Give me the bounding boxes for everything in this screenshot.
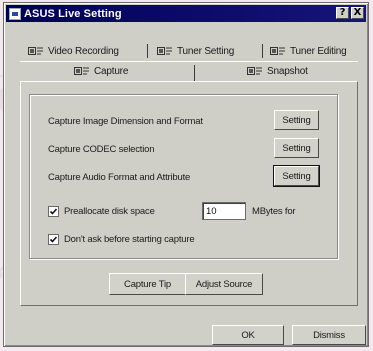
dont-ask-label: Don't ask before starting capture — [64, 234, 195, 245]
tv-tuner-icon — [28, 46, 44, 56]
capture-tip-button[interactable]: Capture Tip — [109, 273, 186, 295]
tab-separator — [262, 44, 263, 58]
checkmark-icon — [49, 236, 58, 243]
preallocate-checkbox[interactable] — [48, 206, 59, 217]
tv-tuner-icon — [157, 46, 173, 56]
close-button[interactable]: X — [351, 7, 364, 19]
capture-audio-setting-button[interactable]: Setting — [273, 165, 320, 187]
tab-video-recording[interactable]: Video Recording — [28, 42, 119, 60]
capture-audio-label: Capture Audio Format and Attribute — [48, 172, 191, 183]
capture-codec-label: Capture CODEC selection — [48, 144, 155, 155]
app-icon — [9, 7, 21, 20]
capture-dimension-setting-button[interactable]: Setting — [274, 110, 319, 130]
tab-label: Snapshot — [267, 65, 308, 77]
title-buttons: ? X — [336, 7, 364, 19]
tab-capture[interactable]: Capture — [74, 62, 128, 80]
preallocate-label: Preallocate disk space — [64, 206, 155, 217]
capture-dimension-label: Capture Image Dimension and Format — [48, 116, 203, 127]
preallocate-size-input[interactable]: 10 — [202, 202, 246, 220]
help-button[interactable]: ? — [336, 7, 349, 19]
tab-label: Capture — [94, 65, 129, 77]
capture-codec-setting-button[interactable]: Setting — [274, 138, 319, 158]
adjust-source-button[interactable]: Adjust Source — [185, 273, 263, 295]
settings-dialog: ASUS Live Setting ? X Video Recording Tu… — [3, 2, 369, 347]
checkmark-icon — [49, 208, 58, 215]
preallocate-unit-label: MBytes for — [252, 206, 296, 217]
window-title: ASUS Live Setting — [24, 7, 122, 20]
tab-tuner-editing[interactable]: Tuner Editing — [270, 42, 347, 60]
title-bar[interactable]: ASUS Live Setting ? X — [6, 5, 366, 22]
tab-label: Tuner Editing — [290, 45, 347, 57]
tab-tuner-setting[interactable]: Tuner Setting — [157, 42, 234, 60]
tv-tuner-icon — [74, 66, 90, 76]
tab-snapshot[interactable]: Snapshot — [247, 62, 308, 80]
dismiss-button[interactable]: Dismiss — [292, 325, 366, 345]
dont-ask-checkbox[interactable] — [48, 234, 59, 245]
ok-button[interactable]: OK — [212, 325, 284, 345]
tab-label: Tuner Setting — [177, 45, 235, 57]
tab-label: Video Recording — [48, 45, 119, 57]
tv-tuner-icon — [270, 46, 286, 56]
tv-tuner-icon — [247, 66, 263, 76]
tab-separator — [147, 44, 148, 58]
tab-separator — [194, 65, 195, 81]
